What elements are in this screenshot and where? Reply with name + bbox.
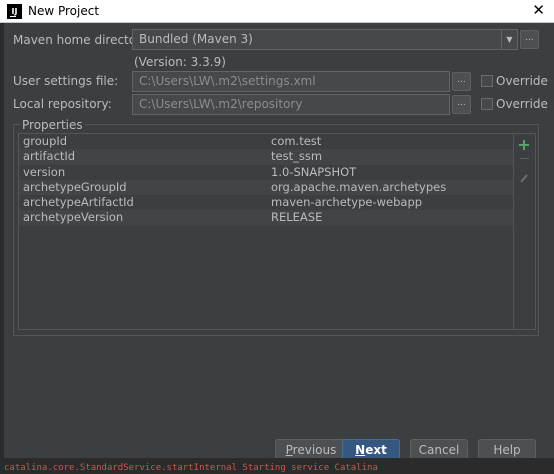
property-key: archetypeArtifactId <box>23 195 134 210</box>
maven-version-text: (Version: 3.3.9) <box>134 55 226 69</box>
maven-home-browse-button[interactable]: ... <box>520 30 539 49</box>
user-settings-override-label[interactable]: Override <box>496 74 548 88</box>
property-key: version <box>23 164 66 179</box>
dialog-title: New Project <box>28 4 100 18</box>
local-repo-override-label[interactable]: Override <box>496 97 548 111</box>
property-value[interactable]: maven-archetype-webapp <box>271 195 422 210</box>
dropdown-arrow-icon[interactable]: ▼ <box>501 30 517 49</box>
table-row[interactable]: archetypeArtifactId maven-archetype-weba… <box>19 195 513 210</box>
edit-icon[interactable] <box>514 172 534 184</box>
user-settings-value: C:\Users\LW\.m2\settings.xml <box>139 74 316 88</box>
property-key: groupId <box>23 134 68 148</box>
intellij-app-icon: IJ <box>7 4 22 19</box>
property-key: artifactId <box>23 149 76 164</box>
title-bar: IJ New Project ✕ <box>0 0 554 23</box>
background-console-output: catalina.core.StandardService.startInter… <box>0 458 554 474</box>
local-repo-browse-button[interactable]: ... <box>452 95 471 114</box>
pencil-icon <box>520 174 528 183</box>
local-repo-field[interactable]: C:\Users\LW\.m2\repository <box>132 94 450 115</box>
user-settings-label: User settings file: <box>13 74 119 88</box>
close-icon[interactable]: ✕ <box>532 1 545 19</box>
property-value[interactable]: com.test <box>271 134 321 149</box>
local-repo-value: C:\Users\LW\.m2\repository <box>139 97 303 111</box>
background-ide-strip <box>0 23 4 474</box>
table-row[interactable]: archetypeGroupId org.apache.maven.archet… <box>19 179 513 196</box>
maven-home-label: Maven home directory: <box>13 33 151 47</box>
table-row[interactable]: artifactId test_ssm <box>19 149 513 165</box>
local-repo-override-checkbox[interactable] <box>481 98 493 110</box>
property-value[interactable]: test_ssm <box>271 149 322 164</box>
user-settings-browse-button[interactable]: ... <box>452 72 471 91</box>
remove-icon[interactable] <box>514 158 534 160</box>
table-row[interactable]: archetypeVersion RELEASE <box>19 210 513 226</box>
maven-home-combo[interactable]: Bundled (Maven 3) ▼ <box>132 29 518 50</box>
property-key: archetypeVersion <box>23 210 124 225</box>
local-repo-label: Local repository: <box>13 97 112 111</box>
property-value[interactable]: 1.0-SNAPSHOT <box>271 165 356 180</box>
add-icon[interactable]: + <box>514 137 534 153</box>
properties-title: Properties <box>20 118 85 132</box>
table-row[interactable]: groupId com.test <box>19 134 513 149</box>
property-value[interactable]: RELEASE <box>271 210 322 225</box>
user-settings-override-checkbox[interactable] <box>481 75 493 87</box>
table-row[interactable]: version 1.0-SNAPSHOT <box>19 165 513 180</box>
properties-table[interactable]: groupId com.test artifactId test_ssm ver… <box>18 133 514 330</box>
maven-home-label-text: Maven home directory: <box>13 33 152 47</box>
properties-toolbar: + <box>514 133 536 330</box>
maven-home-value: Bundled (Maven 3) <box>139 32 253 46</box>
user-settings-field[interactable]: C:\Users\LW\.m2\settings.xml <box>132 71 450 92</box>
property-key: archetypeGroupId <box>23 179 127 194</box>
property-value[interactable]: org.apache.maven.archetypes <box>271 180 446 195</box>
